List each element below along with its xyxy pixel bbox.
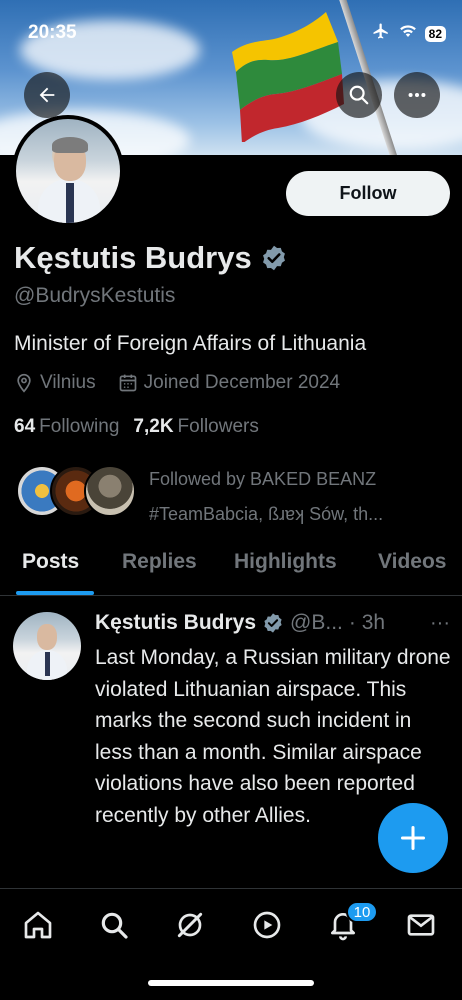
location-pin-icon xyxy=(17,373,31,393)
profile-handle: @BudrysKestutis xyxy=(14,284,176,307)
post-text[interactable]: Last Monday, a Russian military drone vi… xyxy=(95,642,452,831)
search-icon xyxy=(101,912,128,939)
status-time: 20:35 xyxy=(28,22,77,43)
post-header: Kęstutis Budrys @B... · 3h ··· xyxy=(95,611,450,635)
nav-search[interactable] xyxy=(94,905,134,945)
followed-by-avatars[interactable] xyxy=(16,465,136,519)
profile-location: Vilnius xyxy=(40,372,96,393)
active-tab-indicator xyxy=(16,591,94,595)
profile-meta: Vilnius Joined December 2024 xyxy=(14,372,356,394)
post-author-handle: @B... xyxy=(290,611,343,634)
profile-avatar[interactable] xyxy=(12,115,124,227)
more-options-button[interactable] xyxy=(394,72,440,118)
post-author-avatar[interactable] xyxy=(13,612,81,680)
tab-highlights[interactable]: Highlights xyxy=(234,550,337,574)
post-author-name[interactable]: Kęstutis Budrys xyxy=(95,611,256,635)
profile-bio: Minister of Foreign Affairs of Lithuania xyxy=(14,332,367,355)
follower-avatar xyxy=(84,465,136,517)
tab-videos[interactable]: Videos xyxy=(378,550,446,574)
notification-count-badge: 10 xyxy=(346,901,378,923)
grok-icon xyxy=(177,912,203,938)
battery-indicator: 82 xyxy=(424,25,446,42)
back-arrow-icon xyxy=(39,87,55,103)
messages-icon xyxy=(407,914,435,936)
tab-posts[interactable]: Posts xyxy=(22,550,79,574)
profile-tabs: Posts Replies Highlights Videos xyxy=(0,540,462,596)
compose-post-button[interactable] xyxy=(378,803,448,873)
tab-replies[interactable]: Replies xyxy=(122,550,197,574)
airplane-mode-icon xyxy=(371,22,391,45)
status-bar: 20:35 82 xyxy=(0,0,462,50)
search-icon xyxy=(349,85,369,105)
verified-badge-icon[interactable] xyxy=(260,244,288,272)
followers-count: 7,2K xyxy=(133,416,174,437)
verified-badge-icon xyxy=(264,613,282,633)
profile-name-row: Kęstutis Budrys xyxy=(14,240,288,276)
video-icon xyxy=(253,911,281,939)
followed-by-text[interactable]: Followed by BAKED BEANZ #TeamBabcia, ßɹɐ… xyxy=(149,462,449,532)
followers-link[interactable]: 7,2K Followers xyxy=(133,416,258,438)
nav-home[interactable] xyxy=(18,905,58,945)
following-link[interactable]: 64 Following xyxy=(14,416,119,438)
home-indicator[interactable] xyxy=(148,980,314,986)
followed-by-line-1: Followed by BAKED BEANZ xyxy=(149,469,377,489)
nav-video[interactable] xyxy=(247,905,287,945)
calendar-icon xyxy=(119,374,136,392)
back-button[interactable] xyxy=(24,72,70,118)
plus-icon xyxy=(400,825,426,851)
profile-name: Kęstutis Budrys xyxy=(14,240,252,275)
nav-messages[interactable] xyxy=(401,905,441,945)
followers-label: Followers xyxy=(177,416,259,437)
more-dots-icon xyxy=(408,92,426,98)
followed-by-line-2: #TeamBabcia, ßɹɐʞ Sów, th... xyxy=(149,504,384,524)
post-timestamp: · 3h xyxy=(348,611,386,634)
follow-button[interactable]: Follow xyxy=(286,171,450,216)
nav-grok[interactable] xyxy=(170,905,210,945)
post-more-button[interactable]: ··· xyxy=(430,612,450,635)
following-label: Following xyxy=(39,416,120,437)
following-count: 64 xyxy=(14,416,36,437)
search-button[interactable] xyxy=(336,72,382,118)
follow-counts: 64 Following 7,2K Followers xyxy=(14,416,259,438)
profile-joined-date: Joined December 2024 xyxy=(143,372,341,393)
home-icon xyxy=(24,911,52,939)
wifi-icon xyxy=(399,24,417,43)
